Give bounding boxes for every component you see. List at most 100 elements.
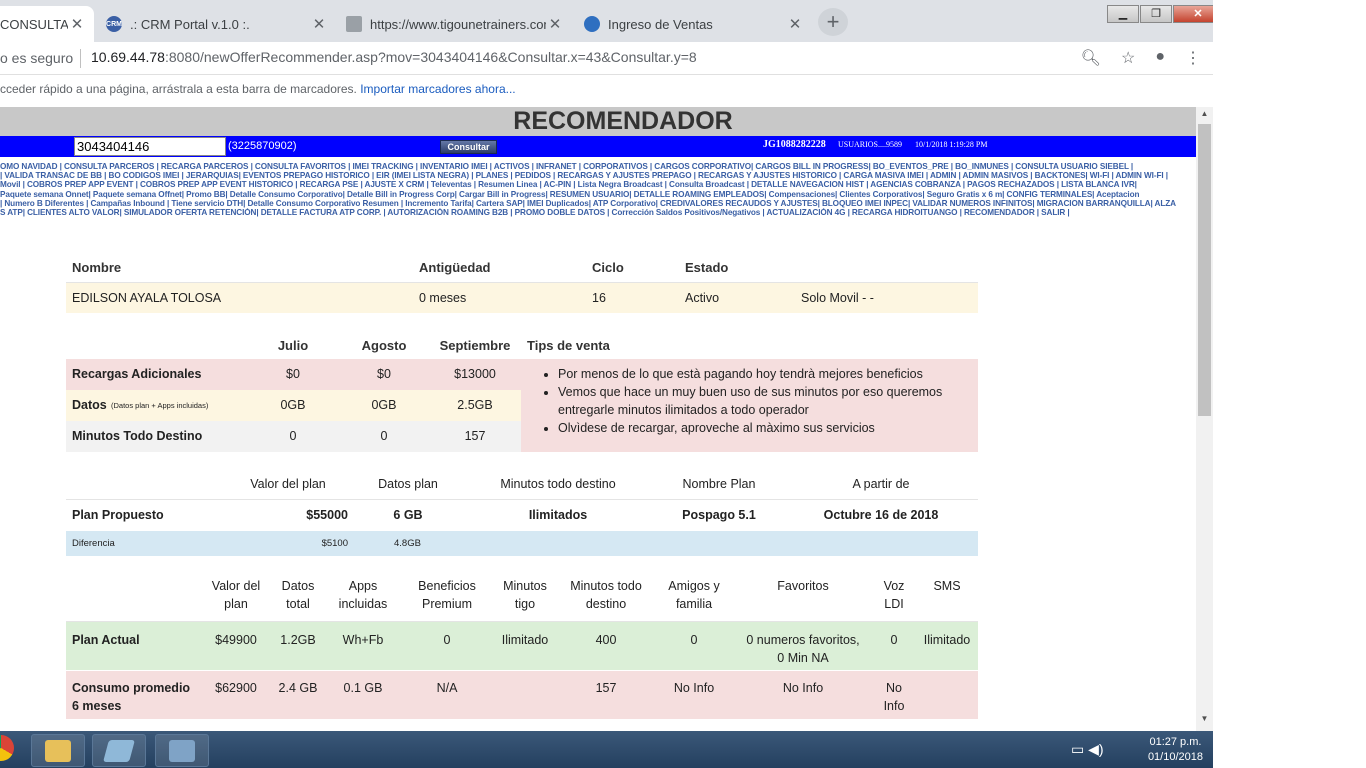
clock-date: 01/10/2018	[1147, 751, 1203, 763]
menu-line[interactable]: | Numero B Diferentes | Campañas Inbound…	[0, 199, 1196, 208]
plan-value: 157	[595, 681, 617, 695]
divider	[80, 49, 81, 68]
tab-tigounetrainers[interactable]: https://www.tigounetrainers.com ✕	[336, 6, 572, 42]
calculator-icon	[169, 740, 195, 762]
close-icon[interactable]: ✕	[68, 15, 86, 33]
difference-value: 4.8GB	[394, 538, 421, 549]
proposal-header-row: Valor del plan Datos plan Minutos todo d…	[66, 468, 978, 499]
close-icon[interactable]: ✕	[546, 15, 564, 33]
clock-time: 01:27 p.m.	[1149, 736, 1202, 748]
sales-tip: Por menos de lo que està pagando hoy ten…	[558, 365, 978, 383]
new-tab-button[interactable]: +	[818, 8, 848, 36]
minimize-button[interactable]: ▁	[1107, 5, 1139, 23]
tab-crm-portal[interactable]: CRM .: CRM Portal v.1.0 :. ✕	[96, 6, 336, 42]
plan-header: Datos total	[281, 579, 315, 611]
customer-antiguedad: 0 meses	[419, 291, 467, 305]
url-field[interactable]: 10.69.44.78:8080/newOfferRecommender.asp…	[91, 49, 697, 65]
scroll-down-icon[interactable]: ▼	[1196, 714, 1213, 729]
scroll-up-icon[interactable]: ▲	[1196, 109, 1213, 124]
header-nombre: Nombre	[72, 260, 122, 275]
plan-row-label: Consumo promedio 6 meses	[72, 681, 191, 713]
screen: CONSULTA IN ✕ CRM .: CRM Portal v.1.0 :.…	[0, 0, 1366, 768]
current-plan-row: Plan Actual $49900 1.2GB Wh+Fb 0 Ilimita…	[66, 622, 978, 670]
sales-tip: Vemos que hace un muy buen uso de sus mi…	[558, 383, 978, 419]
menu-line[interactable]: S ATP| CLIENTES ALTO VALOR| SIMULADOR OF…	[0, 208, 1196, 217]
consultar-button[interactable]: Consultar	[440, 140, 497, 154]
maximize-button[interactable]: ❐	[1140, 5, 1172, 23]
menu-links: OMO NAVIDAD | CONSULTA PARCEROS | RECARG…	[0, 162, 1196, 217]
usage-label: Minutos Todo Destino	[72, 429, 203, 443]
plan-value: $49900	[215, 633, 257, 647]
usage-row-datos: Datos (Datos plan + Apps incluidas) 0GB …	[66, 390, 521, 421]
tab-consulta[interactable]: CONSULTA IN ✕	[0, 6, 94, 42]
bookmarks-prompt: cceder rápido a una página, arrástrala a…	[0, 82, 357, 96]
proposal-value: Octubre 16 de 2018	[823, 508, 939, 522]
proposal-header: A partir de	[852, 477, 910, 491]
page-header: RECOMENDADOR	[0, 107, 1196, 136]
proposal-header: Nombre Plan	[682, 477, 756, 491]
usage-value: 157	[464, 429, 486, 443]
menu-line[interactable]: Movil | COBROS PREP APP EVENT | COBROS P…	[0, 180, 1196, 189]
proposal-header: Valor del plan	[250, 477, 326, 491]
sales-tip: Olvìdese de recargar, aproveche al màxim…	[558, 419, 978, 437]
usage-value: 0GB	[371, 398, 397, 412]
month-header: Septiembre	[439, 338, 511, 353]
msisdn-input[interactable]	[74, 137, 226, 156]
clock[interactable]: 01:27 p.m. 01/10/2018	[1148, 735, 1203, 765]
usage-note: (Datos plan + Apps incluidas)	[111, 401, 209, 410]
document-icon	[346, 16, 362, 32]
taskbar-notepad-button[interactable]	[92, 734, 146, 767]
usage-value: 0GB	[280, 398, 306, 412]
plan-value: 400	[595, 633, 617, 647]
volume-icon[interactable]: ◀)	[1088, 741, 1103, 757]
taskbar-calculator-button[interactable]	[155, 734, 209, 767]
menu-line[interactable]: | VALIDA TRANSAC DE BB | BO CODIGOS IMEI…	[0, 171, 1196, 180]
usage-value: $0	[377, 367, 391, 381]
plan-value: N/A	[436, 681, 458, 695]
usage-label: Datos	[72, 398, 107, 412]
windows-taskbar: ▭ ◀) 01:27 p.m. 01/10/2018	[0, 731, 1213, 768]
close-icon[interactable]: ✕	[310, 15, 328, 33]
page-scrollbar[interactable]: ▲ ▼	[1196, 107, 1213, 731]
profile-icon[interactable]: ●	[1155, 48, 1165, 68]
user-meta: USUARIOS....9589	[838, 140, 903, 149]
plan-row-label: Plan Actual	[72, 633, 140, 647]
user-id: JG1088282228	[763, 139, 826, 150]
plan-value: Ilimitado	[501, 633, 549, 647]
difference-label: Diferencia	[72, 538, 115, 549]
taskbar-explorer-button[interactable]	[31, 734, 85, 767]
import-bookmarks-link[interactable]: Importar marcadores ahora...	[360, 82, 515, 96]
chrome-icon[interactable]	[0, 735, 14, 761]
usage-row-recargas: Recargas Adicionales $0 $0 $13000	[66, 359, 521, 390]
plan-value: 0	[690, 633, 698, 647]
crm-icon: CRM	[106, 16, 122, 32]
proposal-value: 6 GB	[393, 508, 423, 522]
usage-value: 2.5GB	[457, 398, 493, 412]
star-icon[interactable]: ☆	[1121, 48, 1135, 68]
network-icon[interactable]: ▭	[1071, 741, 1084, 757]
plan-value: $62900	[215, 681, 257, 695]
tab-ingreso-ventas[interactable]: Ingreso de Ventas ✕	[574, 6, 812, 42]
usage-value: 0	[380, 429, 388, 443]
session-date: 10/1/2018 1:19:28 PM	[915, 140, 988, 149]
plan-header: Minutos todo destino	[570, 579, 642, 611]
customer-header-row: Nombre Antigüedad Ciclo Estado	[66, 251, 978, 283]
plan-value: 0.1 GB	[343, 681, 383, 695]
customer-estado: Activo	[685, 291, 720, 305]
sales-icon	[584, 16, 600, 32]
plan-value: 2.4 GB	[278, 681, 318, 695]
plan-value: No Info	[673, 681, 715, 695]
tips-header: Tips de venta	[527, 338, 610, 353]
menu-line[interactable]: OMO NAVIDAD | CONSULTA PARCEROS | RECARG…	[0, 162, 1196, 171]
plan-header: SMS	[933, 579, 961, 593]
menu-icon[interactable]: ⋮	[1185, 48, 1201, 68]
search-bar: (3225870902) Consultar JG1088282228 USUA…	[0, 136, 1196, 157]
scrollbar-thumb[interactable]	[1198, 124, 1211, 416]
menu-line[interactable]: Paquete semana Onnet| Paquete semana Off…	[0, 190, 1196, 199]
plan-value: Ilimitado	[923, 633, 971, 647]
zoom-icon[interactable]: 🔍︎	[1081, 48, 1101, 68]
plan-value: 1.2GB	[280, 633, 316, 647]
plan-header: Valor del plan	[211, 579, 261, 611]
close-icon[interactable]: ✕	[786, 15, 804, 33]
security-label[interactable]: o es seguro	[0, 50, 73, 66]
